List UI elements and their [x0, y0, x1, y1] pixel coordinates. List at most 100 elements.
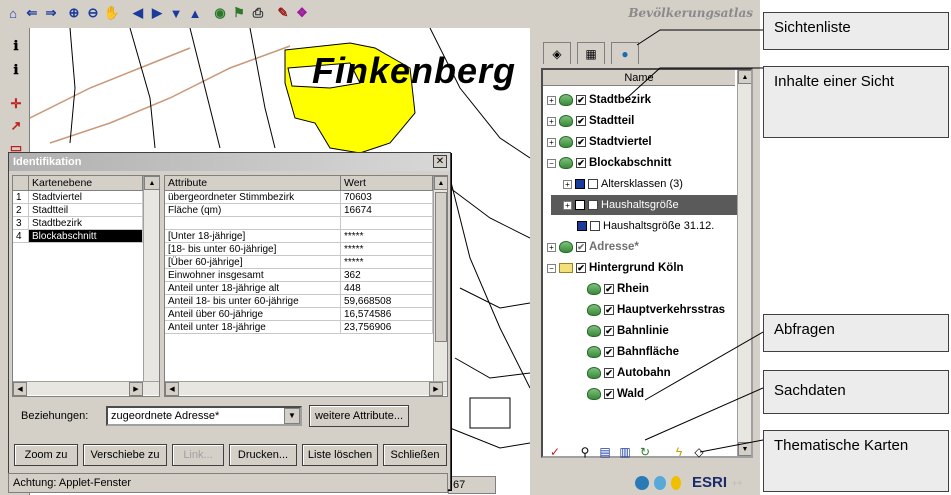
tree-item-adresse[interactable]: + ✔ Adresse*	[547, 237, 639, 257]
chart-icon[interactable]: ▥	[615, 442, 635, 462]
layer-name-cell[interactable]: Stadtteil	[29, 204, 143, 217]
print-button[interactable]: Drucken...	[229, 444, 297, 466]
layer-checkbox[interactable]: ✔	[576, 116, 586, 126]
arrow-left-icon[interactable]: ◀	[128, 3, 148, 23]
tree-item-bahnlinie[interactable]: ✔ Bahnlinie	[587, 321, 669, 341]
back-icon[interactable]: ⇐	[22, 3, 42, 23]
value-cell[interactable]: 70603	[341, 191, 433, 204]
layer-checkbox[interactable]: ✔	[604, 368, 614, 378]
collapse-icon[interactable]: −	[547, 263, 556, 273]
edit-icon[interactable]: ✎	[273, 3, 293, 23]
tree-item-altersklassen[interactable]: + Altersklassen (3)	[563, 174, 683, 194]
layer-checkbox[interactable]	[590, 221, 600, 231]
scroll-thumb[interactable]	[435, 192, 447, 342]
value-cell[interactable]: *****	[341, 243, 433, 256]
lightning-icon[interactable]: ϟ	[669, 442, 689, 462]
forward-icon[interactable]: ⇒	[41, 3, 61, 23]
tree-item-bahnflaeche[interactable]: ✔ Bahnfläche	[587, 342, 679, 362]
collapse-icon[interactable]: −	[547, 158, 556, 168]
scroll-left-icon[interactable]: ◀	[165, 382, 179, 396]
layer-checkbox[interactable]: ✔	[576, 158, 586, 168]
expand-icon[interactable]: +	[547, 137, 556, 147]
binoculars-icon[interactable]: ⚲	[575, 442, 595, 462]
attribute-cell[interactable]: [Unter 18-jährige]	[165, 230, 341, 243]
layer-checkbox[interactable]: ✔	[576, 95, 586, 105]
layer-checkbox[interactable]	[588, 179, 598, 189]
pan-hand-icon[interactable]: ✋	[102, 3, 122, 23]
close-button[interactable]: Schließen	[383, 444, 447, 466]
more-attributes-button[interactable]: weitere Attribute...	[309, 405, 409, 427]
value-cell[interactable]: 59,668508	[341, 295, 433, 308]
select-line-icon[interactable]: ↗	[6, 116, 26, 136]
chevron-down-icon[interactable]: ▼	[284, 408, 300, 424]
info-icon[interactable]: ℹ	[6, 36, 26, 56]
attribute-grid[interactable]: Attribute Wert übergeordneter Stimmbezir…	[164, 175, 448, 397]
attribute-cell[interactable]	[165, 217, 341, 230]
legend-icon[interactable]: ✓	[545, 442, 565, 462]
globe-icon[interactable]: ◉	[210, 3, 230, 23]
tree-item-hintergrund-koeln[interactable]: − ✔ Hintergrund Köln	[547, 258, 684, 278]
layer-name-cell[interactable]: Stadtviertel	[29, 191, 143, 204]
value-cell[interactable]: *****	[341, 230, 433, 243]
layer-name-cell[interactable]: Stadtbezirk	[29, 217, 143, 230]
layers-scrollbar[interactable]: ▲	[143, 176, 159, 381]
relations-select[interactable]: zugeordnete Adresse* ▼	[106, 406, 302, 426]
tree-scrollbar[interactable]: ▲ ▼	[737, 70, 751, 456]
link-button[interactable]: Link...	[172, 444, 224, 466]
book-icon[interactable]: ❖	[292, 3, 312, 23]
layers-grid[interactable]: Kartenebene 1 Stadtviertel 2 Stadtteil 3…	[12, 175, 160, 397]
attribute-cell[interactable]: Anteil 18- bis unter 60-jährige	[165, 295, 341, 308]
value-cell[interactable]: 362	[341, 269, 433, 282]
clear-list-button[interactable]: Liste löschen	[302, 444, 378, 466]
tree-item-blockabschnitt[interactable]: − ✔ Blockabschnitt	[547, 153, 671, 173]
tree-item-stadtviertel[interactable]: + ✔ Stadtviertel	[547, 132, 652, 152]
tree-item-haushaltsgroesse-3112[interactable]: Haushaltsgröße 31.12.	[577, 216, 714, 236]
multi-info-icon[interactable]: ℹ	[6, 60, 26, 80]
tree-item-haushaltsgroesse[interactable]: + Haushaltsgröße	[551, 195, 737, 215]
query-icon[interactable]: ⚑	[229, 3, 249, 23]
attribute-cell[interactable]: Anteil unter 18-jährige	[165, 321, 341, 334]
attribute-scrollbar[interactable]: ▲	[433, 176, 447, 381]
value-cell[interactable]	[341, 217, 433, 230]
expand-icon[interactable]: +	[563, 179, 572, 189]
value-column-header[interactable]: Wert	[341, 176, 433, 191]
expand-icon[interactable]: +	[547, 242, 556, 252]
tree-item-rhein[interactable]: ✔ Rhein	[587, 279, 649, 299]
pan-to-button[interactable]: Verschiebe zu	[83, 444, 167, 466]
tree-item-autobahn[interactable]: ✔ Autobahn	[587, 363, 671, 383]
close-icon[interactable]: ✕	[433, 155, 447, 168]
refresh-icon[interactable]: ↻	[635, 442, 655, 462]
zoom-to-button[interactable]: Zoom zu	[14, 444, 78, 466]
value-cell[interactable]: 16,574586	[341, 308, 433, 321]
arrow-up-icon[interactable]: ▲	[185, 3, 205, 23]
zoom-out-icon[interactable]: ⊖	[83, 3, 103, 23]
attribute-cell[interactable]: Anteil unter 18-jährige alt	[165, 282, 341, 295]
layer-tree[interactable]: Name + ✔ Stadtbezirk + ✔ Stadtteil + ✔ Stadtvi…	[541, 68, 753, 458]
zoom-in-icon[interactable]: ⊕	[64, 3, 84, 23]
scroll-up-icon[interactable]: ▲	[144, 176, 159, 190]
attribute-column-header[interactable]: Attribute	[165, 176, 341, 191]
layer-checkbox[interactable]: ✔	[604, 389, 614, 399]
print-icon[interactable]: ⎙	[248, 3, 268, 23]
eraser-icon[interactable]: ◇	[689, 442, 709, 462]
arrow-down-icon[interactable]: ▼	[166, 3, 186, 23]
layer-checkbox[interactable]: ✔	[604, 305, 614, 315]
layer-checkbox[interactable]: ✔	[604, 347, 614, 357]
scroll-right-icon[interactable]: ▶	[429, 382, 443, 396]
tree-item-stadtteil[interactable]: + ✔ Stadtteil	[547, 111, 634, 131]
scroll-left-icon[interactable]: ◀	[13, 382, 27, 396]
layer-checkbox[interactable]: ✔	[576, 242, 586, 252]
scroll-up-icon[interactable]: ▲	[738, 70, 751, 84]
tab-table[interactable]: ▦	[577, 42, 605, 64]
arrow-right-icon[interactable]: ▶	[147, 3, 167, 23]
tab-views[interactable]: ●	[611, 42, 639, 64]
table-icon[interactable]: ▤	[595, 442, 615, 462]
layer-checkbox[interactable]: ✔	[576, 137, 586, 147]
value-cell[interactable]: 16674	[341, 204, 433, 217]
attribute-cell[interactable]: Fläche (qm)	[165, 204, 341, 217]
tree-item-stadtbezirk[interactable]: + ✔ Stadtbezirk	[547, 90, 651, 110]
layer-checkbox[interactable]: ✔	[604, 326, 614, 336]
tree-item-wald[interactable]: ✔ Wald	[587, 384, 644, 404]
attribute-cell[interactable]: [18- bis unter 60-jährige]	[165, 243, 341, 256]
scroll-up-icon[interactable]: ▲	[434, 176, 447, 190]
